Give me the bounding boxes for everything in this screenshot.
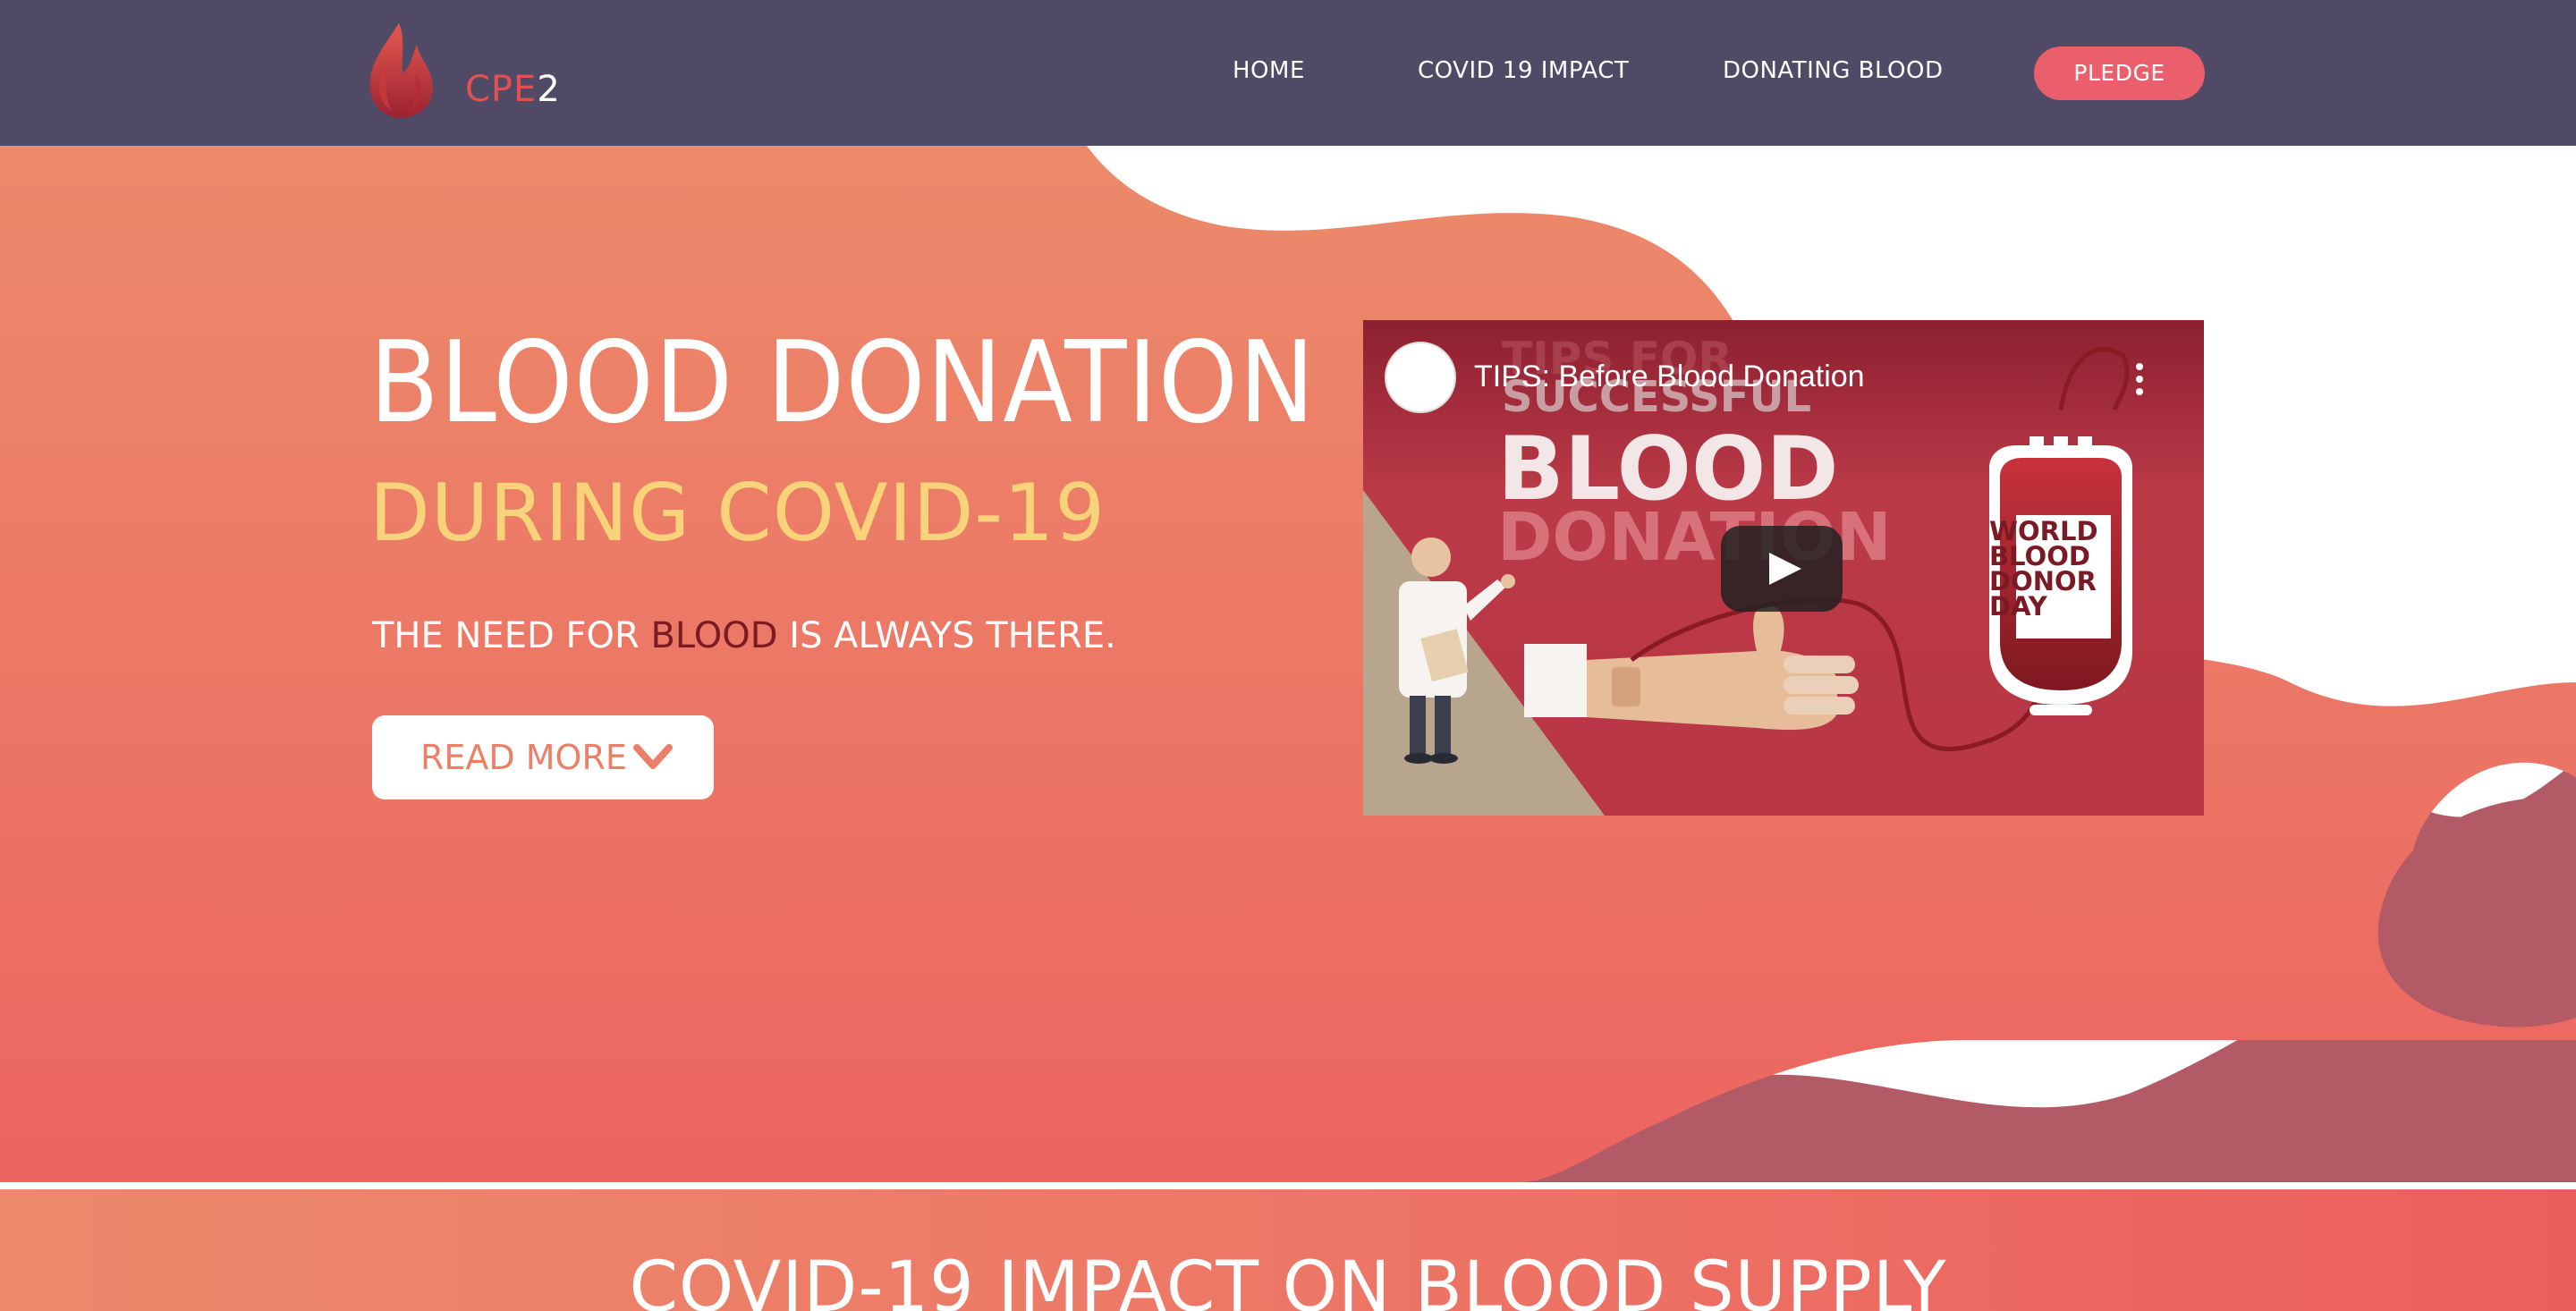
hero-subtitle: DURING COVID-19: [369, 467, 1106, 559]
pledge-button[interactable]: PLEDGE: [2034, 47, 2205, 100]
channel-avatar[interactable]: [1385, 342, 1456, 413]
bag-label-line: WORLD: [1989, 516, 2098, 546]
hero-tagline: THE NEED FOR BLOOD IS ALWAYS THERE.: [372, 612, 1116, 660]
video-title[interactable]: TIPS: Before Blood Donation: [1474, 358, 1865, 395]
hero-tagline-accent: BLOOD: [650, 615, 778, 656]
nav-home-link[interactable]: HOME: [1233, 55, 1305, 86]
hero-tagline-before: THE NEED FOR: [372, 615, 651, 656]
video-player[interactable]: TIPS FOR SUCCESSFUL BLOOD DONATION TIPS:…: [1363, 320, 2204, 816]
hero-section: BLOOD DONATION DURING COVID-19 THE NEED …: [0, 146, 2576, 1182]
brand-name[interactable]: CPE2: [465, 64, 561, 114]
nav-donating-blood-link[interactable]: DONATING BLOOD: [1723, 55, 1943, 86]
read-more-label: READ MORE: [420, 738, 627, 777]
brand-name-part1: CPE: [465, 69, 538, 110]
more-options-icon[interactable]: [2129, 359, 2150, 399]
read-more-button[interactable]: READ MORE: [372, 715, 714, 799]
bag-label-line: DONOR: [1989, 566, 2097, 596]
chevron-down-icon: [633, 744, 673, 769]
navbar: CPE2 HOME COVID 19 IMPACT DONATING BLOOD…: [0, 0, 2576, 146]
covid-impact-heading: COVID-19 IMPACT ON BLOOD SUPPLY: [629, 1248, 1947, 1311]
bag-label-line: DAY: [1989, 591, 2047, 622]
play-icon[interactable]: [1721, 526, 1843, 612]
hero-tagline-after: IS ALWAYS THERE.: [777, 615, 1116, 656]
brand-name-part2: 2: [537, 69, 561, 110]
flame-logo-icon[interactable]: [365, 21, 436, 120]
hero-title: BLOOD DONATION: [369, 317, 1316, 448]
bag-label-line: BLOOD: [1989, 541, 2090, 571]
blood-bag-label: WORLD BLOOD DONOR DAY: [1989, 516, 2106, 622]
nav-covid-impact-link[interactable]: COVID 19 IMPACT: [1418, 55, 1629, 86]
covid-impact-section: COVID-19 IMPACT ON BLOOD SUPPLY: [0, 1189, 2576, 1311]
